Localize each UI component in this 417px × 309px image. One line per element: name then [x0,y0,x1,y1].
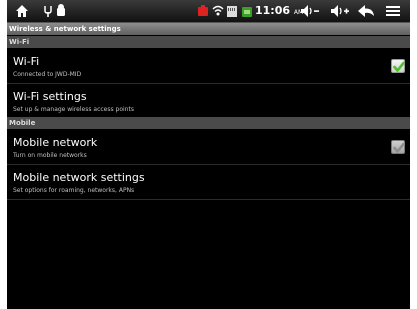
mobile-network-settings-title: Mobile network settings [13,171,145,184]
wifi-toggle-title: Wi-Fi [13,55,40,68]
status-time-value: 11:06 [255,4,291,17]
checkmark-icon [393,142,405,153]
section-header-mobile-label: Mobile [9,119,36,127]
wifi-settings-title: Wi-Fi settings [13,90,87,103]
screen-title: Wireless & network settings [9,25,121,33]
section-header-mobile: Mobile [7,117,410,129]
android-icon [57,4,65,16]
status-bar: 11:06 AM [7,0,410,23]
mobile-network-checkbox[interactable] [391,140,405,154]
wifi-settings-row[interactable]: Wi-Fi settings Set up & manage wireless … [7,84,410,119]
wifi-toggle-summary: Connected to JWD-MID [13,71,82,78]
back-icon[interactable] [357,3,375,19]
wifi-checkbox[interactable] [391,59,405,73]
mobile-network-settings-summary: Set options for roaming, networks, APNs [13,187,135,194]
mobile-network-row[interactable]: Mobile network Turn on mobile networks [7,130,410,165]
usb-debug-icon [44,6,52,17]
volume-down-icon[interactable] [299,3,321,19]
wifi-toggle-row[interactable]: Wi-Fi Connected to JWD-MID [7,49,410,84]
signal-icon [242,7,252,17]
volume-up-icon[interactable] [329,3,351,19]
status-time: 11:06 AM [255,4,303,17]
device-screen: 11:06 AM Wireless & network settings Wi-… [7,0,410,309]
mobile-network-summary: Turn on mobile networks [13,152,87,159]
mobile-network-settings-row[interactable]: Mobile network settings Set options for … [7,165,410,200]
screen-title-bar: Wireless & network settings [7,23,410,35]
battery-low-icon [198,5,208,16]
section-header-wifi-label: Wi-Fi [9,38,30,46]
menu-icon[interactable] [385,3,401,19]
mobile-network-title: Mobile network [13,136,98,149]
sd-card-icon [227,6,237,17]
home-icon[interactable] [15,3,29,19]
wifi-signal-icon [212,5,224,16]
section-header-wifi: Wi-Fi [7,36,410,48]
wifi-settings-summary: Set up & manage wireless access points [13,106,134,113]
checkmark-icon [393,61,405,72]
